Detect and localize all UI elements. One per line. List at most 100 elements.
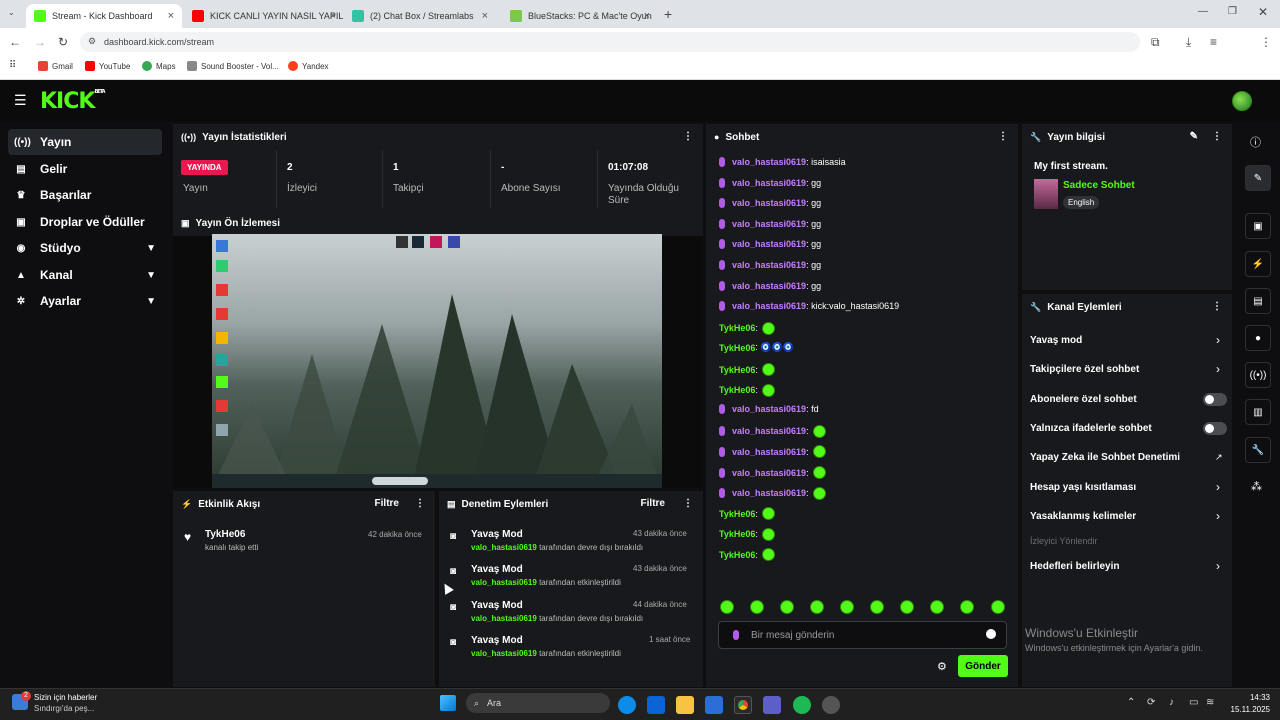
news-title[interactable]: Sizin için haberler [34,693,97,702]
subscribers-only-toggle[interactable] [1203,393,1227,406]
reload-icon[interactable]: ↻ [58,36,68,48]
bookmark-sound-booster[interactable]: Sound Booster - Vol... [187,61,279,71]
rail-broadcast-icon[interactable]: ((•)) [1245,362,1271,388]
chevron-right-icon[interactable]: › [1216,333,1220,347]
moderation-user[interactable]: valo_hastasi0619 [471,614,537,623]
chevron-right-icon[interactable]: › [1216,509,1220,523]
tray-mic-icon[interactable]: ♪ [1169,697,1174,708]
tab-kick-dashboard[interactable]: Stream - Kick Dashboard × [26,4,182,28]
chat-username[interactable]: valo_hastasi0619 [732,281,806,291]
sidebar-item-ayarlar[interactable]: ✲ Ayarlar ▼ [8,288,162,314]
tray-wifi-icon[interactable]: ≋ [1206,697,1214,708]
chat-username[interactable]: valo_hastasi0619 [732,157,806,167]
external-link-icon[interactable]: ↗ [1215,452,1223,463]
bookmark-maps[interactable]: Maps [142,61,176,71]
tab-bluestacks[interactable]: BlueStacks: PC & Mac'te Oyun × [502,4,658,28]
more-options-icon[interactable]: ⋮ [415,498,425,509]
stream-category[interactable]: Sadece Sohbet [1063,180,1135,191]
category-thumbnail[interactable] [1034,179,1058,209]
chat-username[interactable]: TykHe06 [719,323,755,333]
chat-settings-gear-icon[interactable]: ⚙ [937,660,947,673]
kick-logo[interactable]: KICKBETA [40,89,106,114]
chat-username[interactable]: TykHe06 [719,343,755,353]
rail-wrench-icon[interactable]: 🔧 [1245,437,1271,463]
edit-pencil-icon[interactable]: ✎ [1190,131,1198,142]
user-avatar[interactable] [1232,91,1252,111]
emote-icon[interactable] [930,600,944,614]
more-options-icon[interactable]: ⋮ [1212,131,1222,142]
teams-icon[interactable] [763,696,781,714]
chat-input[interactable]: Bir mesaj gönderin [718,621,1007,649]
menu-kebab-icon[interactable]: ⋮ [1260,36,1272,48]
sidebar-item-droplar[interactable]: ▣ Droplar ve Ödüller [8,209,162,235]
chat-username[interactable]: valo_hastasi0619 [732,198,806,208]
chat-username[interactable]: valo_hastasi0619 [732,404,806,414]
emote-icon[interactable] [780,600,794,614]
forward-icon[interactable]: → [34,36,46,48]
close-icon[interactable]: × [168,10,174,22]
moderation-user[interactable]: valo_hastasi0619 [471,649,537,658]
minimize-icon[interactable]: — [1198,7,1208,17]
tab-streamlabs[interactable]: (2) Chat Box / Streamlabs × [344,4,496,28]
file-explorer-icon[interactable] [676,696,694,714]
emote-icon[interactable] [840,600,854,614]
emote-icon[interactable] [720,600,734,614]
chat-username[interactable]: TykHe06 [719,550,755,560]
chat-username[interactable]: valo_hastasi0619 [732,260,806,270]
close-icon[interactable]: × [482,10,488,22]
emote-only-toggle[interactable] [1203,422,1227,435]
tray-sync-icon[interactable]: ⟳ [1147,697,1155,708]
more-options-icon[interactable]: ⋮ [683,131,693,142]
rail-document-icon[interactable]: ▤ [1245,288,1271,314]
clock-date[interactable]: 15.11.2025 [1224,705,1270,714]
chrome-icon[interactable] [734,696,752,714]
close-icon[interactable]: × [330,10,336,22]
back-icon[interactable]: ← [9,36,21,48]
info-icon[interactable]: ⓘ [1250,134,1261,150]
more-options-icon[interactable]: ⋮ [1212,301,1222,312]
chat-username[interactable]: TykHe06 [719,509,755,519]
chat-username[interactable]: valo_hastasi0619 [732,488,806,498]
sidebar-item-yayin[interactable]: ((•)) Yayın [8,129,162,155]
rail-lightning-icon[interactable]: ⚡ [1245,251,1271,277]
sidebar-item-basarilar[interactable]: ♛ Başarılar [8,182,162,208]
emote-icon[interactable] [900,600,914,614]
emote-icon[interactable] [810,600,824,614]
emote-icon[interactable] [991,600,1005,614]
outlook-icon[interactable] [647,696,665,714]
chevron-right-icon[interactable]: › [1216,362,1220,376]
chat-username[interactable]: valo_hastasi0619 [732,301,806,311]
action-account-age[interactable]: Hesap yaşı kısıtlaması [1030,482,1136,493]
chat-username[interactable]: valo_hastasi0619 [732,178,806,188]
filter-button[interactable]: Filtre [375,498,399,509]
obs-icon[interactable] [822,696,840,714]
rail-edit-icon[interactable]: ✎ [1245,165,1271,191]
edge-icon[interactable] [618,696,636,714]
windows-start-icon[interactable] [440,695,456,711]
bookmark-yandex[interactable]: Yandex [288,61,329,71]
emote-icon[interactable] [750,600,764,614]
chat-username[interactable]: valo_hastasi0619 [732,447,806,457]
bookmark-youtube[interactable]: YouTube [85,61,130,71]
chat-username[interactable]: TykHe06 [719,365,755,375]
chat-username[interactable]: TykHe06 [719,385,755,395]
tab-youtube[interactable]: KICK CANLI YAYIN NASIL YAPILI × [184,4,344,28]
moderation-user[interactable]: valo_hastasi0619 [471,578,537,587]
rail-chat-icon[interactable]: ● [1245,325,1271,351]
sidebar-item-gelir[interactable]: ▤ Gelir [8,156,162,182]
tab-list-icon[interactable]: ⌄ [8,9,15,17]
store-icon[interactable] [705,696,723,714]
bookmark-gmail[interactable]: Gmail [38,61,73,71]
action-slow-mode[interactable]: Yavaş mod [1030,335,1082,346]
tray-display-icon[interactable]: ▭ [1189,697,1198,708]
chat-username[interactable]: valo_hastasi0619 [732,239,806,249]
sidebar-item-kanal[interactable]: ▲ Kanal ▼ [8,262,162,288]
new-tab-icon[interactable]: + [664,7,672,21]
moderation-user[interactable]: valo_hastasi0619 [471,543,537,552]
tray-chevron-up-icon[interactable]: ⌃ [1127,697,1135,708]
chat-username[interactable]: valo_hastasi0619 [732,426,806,436]
taskbar-search[interactable]: ⌕ Ara [466,693,610,713]
sidebar-item-studyo[interactable]: ◉ Stüdyo ▼ [8,235,162,261]
preview-video[interactable] [212,234,662,488]
clock-time[interactable]: 14:33 [1244,693,1270,702]
